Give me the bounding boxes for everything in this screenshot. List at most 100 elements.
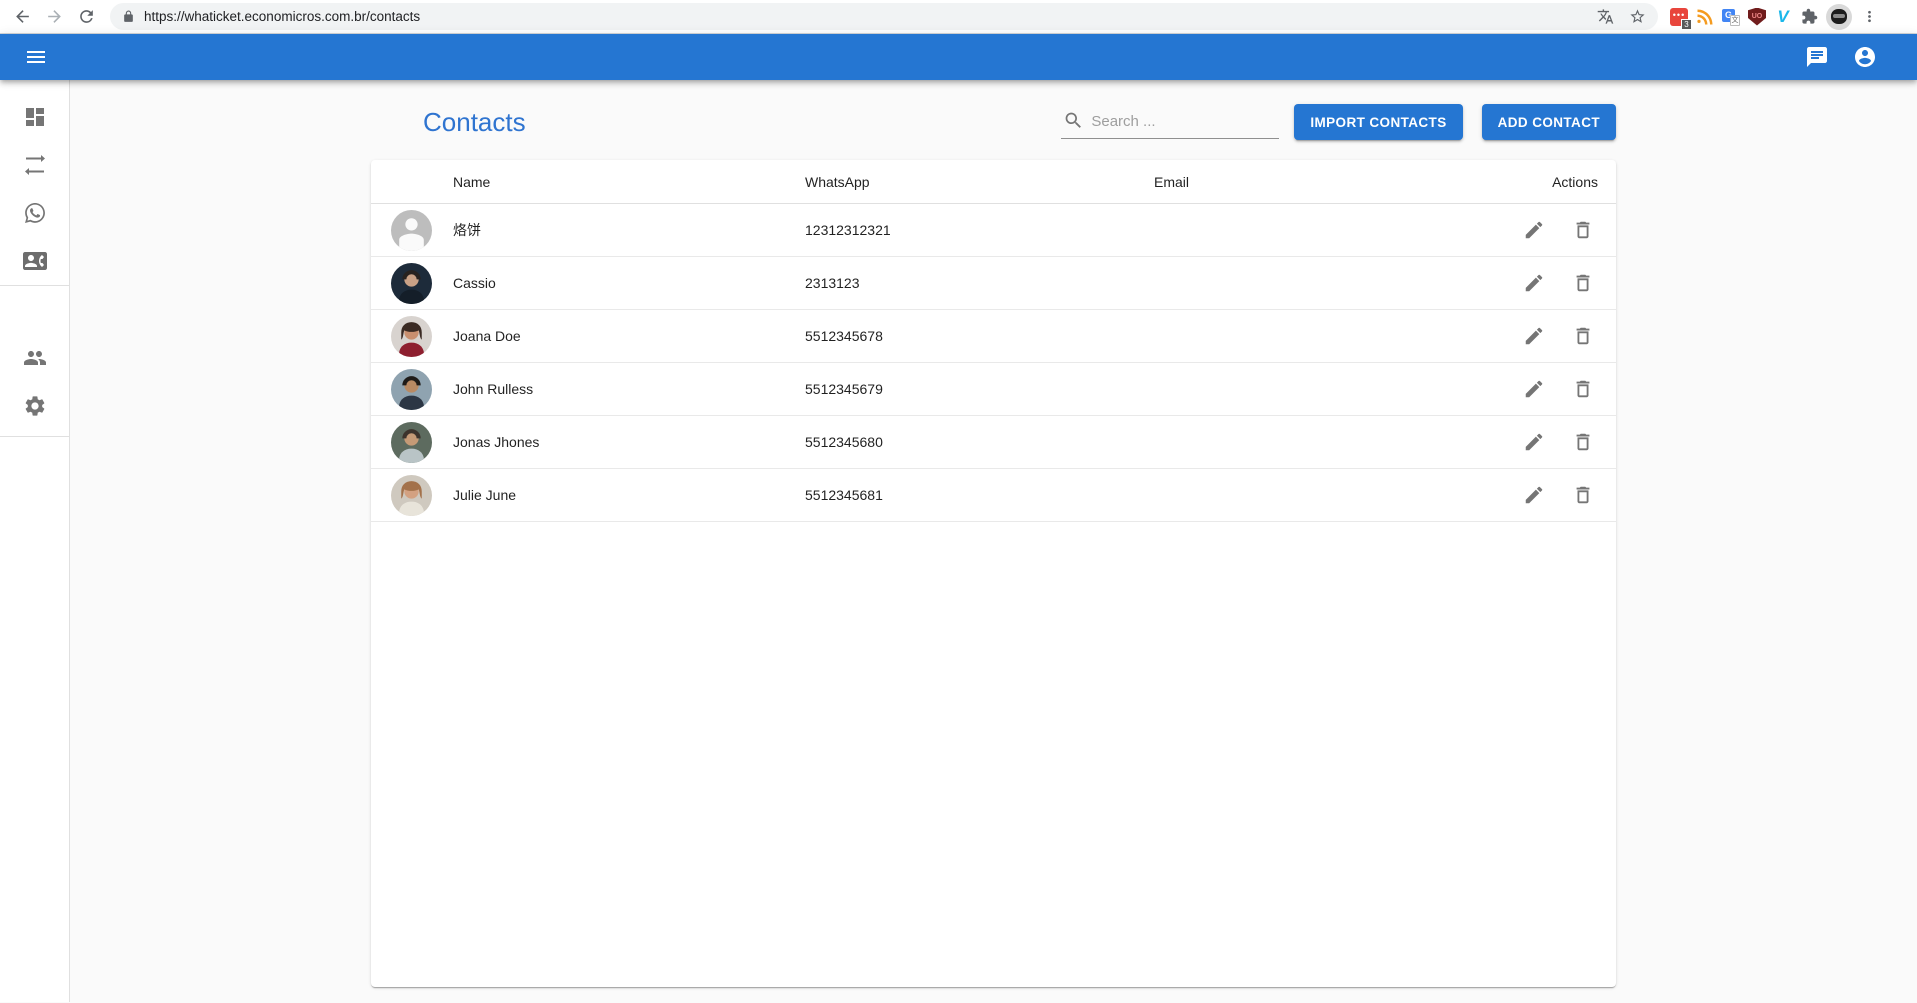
contact-whatsapp: 5512345678 [805,328,1154,344]
trash-icon [1572,219,1594,241]
whatsapp-icon [23,201,47,225]
contact-name: John Rulless [453,381,805,397]
puzzle-extension-icon[interactable] [1800,8,1818,26]
trash-icon [1572,378,1594,400]
gear-icon [23,394,47,418]
app-bar [0,34,1917,80]
address-bar[interactable]: https://whaticket.economicros.com.br/con… [110,3,1658,30]
contact-phone-icon [23,249,47,273]
chat-icon [1805,45,1829,69]
sidebar-subheader-space [0,286,69,334]
search-input[interactable] [1091,113,1261,130]
contact-name: Jonas Jhones [453,434,805,450]
edit-contact-button[interactable] [1519,268,1549,298]
trash-icon [1572,431,1594,453]
avatar [391,369,432,410]
sidebar-item-users[interactable] [0,334,69,382]
table-row: Julie June 5512345681 [371,469,1616,522]
contact-name: Julie June [453,487,805,503]
contact-name: Cassio [453,275,805,291]
column-header-whatsapp: WhatsApp [805,174,1154,190]
search-icon [1063,110,1084,131]
sidebar [0,80,70,1002]
trash-icon [1572,325,1594,347]
table-row: Cassio 2313123 [371,257,1616,310]
contact-name: Joana Doe [453,328,805,344]
hamburger-icon [24,45,48,69]
avatar [391,422,432,463]
browser-menu-button[interactable] [1860,8,1878,26]
delete-contact-button[interactable] [1568,215,1598,245]
translate-icon[interactable] [1597,8,1614,25]
edit-contact-button[interactable] [1519,321,1549,351]
red-extension-icon[interactable]: ••• 3 [1670,8,1688,26]
avatar [391,263,432,304]
delete-contact-button[interactable] [1568,427,1598,457]
table-header-row: Name WhatsApp Email Actions [371,160,1616,204]
delete-contact-button[interactable] [1568,268,1598,298]
bookmark-star-icon[interactable] [1629,8,1646,25]
sidebar-item-dashboard[interactable] [0,93,69,141]
contact-whatsapp: 2313123 [805,275,1154,291]
reload-icon [77,7,96,26]
column-header-actions: Actions [1486,174,1616,190]
menu-button[interactable] [14,35,58,79]
browser-profile-avatar[interactable] [1826,4,1852,30]
google-translate-extension-icon[interactable]: G 文 [1722,8,1740,26]
pencil-icon [1523,325,1545,347]
browser-toolbar: https://whaticket.economicros.com.br/con… [0,0,1917,34]
lock-icon [122,10,135,23]
delete-contact-button[interactable] [1568,374,1598,404]
page-header: Contacts IMPORT CONTACTS ADD CONTACT [371,102,1616,142]
delete-contact-button[interactable] [1568,480,1598,510]
sidebar-item-tickets[interactable] [0,189,69,237]
table-row: Joana Doe 5512345678 [371,310,1616,363]
pencil-icon [1523,219,1545,241]
add-contact-button[interactable]: ADD CONTACT [1482,104,1616,140]
vimeo-extension-icon[interactable]: V [1774,8,1792,26]
sidebar-item-connections[interactable] [0,141,69,189]
pencil-icon [1523,431,1545,453]
browser-reload-button[interactable] [70,2,102,32]
table-row: Jonas Jhones 5512345680 [371,416,1616,469]
edit-contact-button[interactable] [1519,480,1549,510]
column-header-email: Email [1154,174,1486,190]
sidebar-item-settings[interactable] [0,382,69,430]
ublock-extension-icon[interactable]: UO [1748,8,1766,26]
contact-whatsapp: 5512345680 [805,434,1154,450]
url-text: https://whaticket.economicros.com.br/con… [144,9,420,24]
people-icon [23,346,47,370]
import-contacts-button[interactable]: IMPORT CONTACTS [1294,104,1462,140]
contacts-table-card: Name WhatsApp Email Actions 烙饼 123123123… [371,160,1616,987]
account-circle-icon [1853,45,1877,69]
edit-contact-button[interactable] [1519,215,1549,245]
avatar [391,210,432,251]
pencil-icon [1523,484,1545,506]
sidebar-item-contacts[interactable] [0,237,69,285]
delete-contact-button[interactable] [1568,321,1598,351]
sync-alt-icon [23,153,47,177]
browser-forward-button[interactable] [38,2,70,32]
forward-arrow-icon [45,7,64,26]
dashboard-icon [23,105,47,129]
messages-button[interactable] [1795,35,1839,79]
contact-whatsapp: 5512345679 [805,381,1154,397]
browser-back-button[interactable] [6,2,38,32]
edit-contact-button[interactable] [1519,374,1549,404]
pencil-icon [1523,378,1545,400]
account-button[interactable] [1843,35,1887,79]
trash-icon [1572,484,1594,506]
sidebar-divider-bottom [0,436,69,437]
column-header-name: Name [453,174,805,190]
extensions-area: ••• 3 G 文 UO V [1666,4,1882,30]
avatar [391,475,432,516]
table-row: John Rulless 5512345679 [371,363,1616,416]
extension-badge: 3 [1681,19,1692,30]
table-row: 烙饼 12312312321 [371,204,1616,257]
search-box [1061,105,1279,139]
contact-whatsapp: 12312312321 [805,222,1154,238]
pencil-icon [1523,272,1545,294]
contact-whatsapp: 5512345681 [805,487,1154,503]
rss-extension-icon[interactable] [1696,8,1714,26]
edit-contact-button[interactable] [1519,427,1549,457]
